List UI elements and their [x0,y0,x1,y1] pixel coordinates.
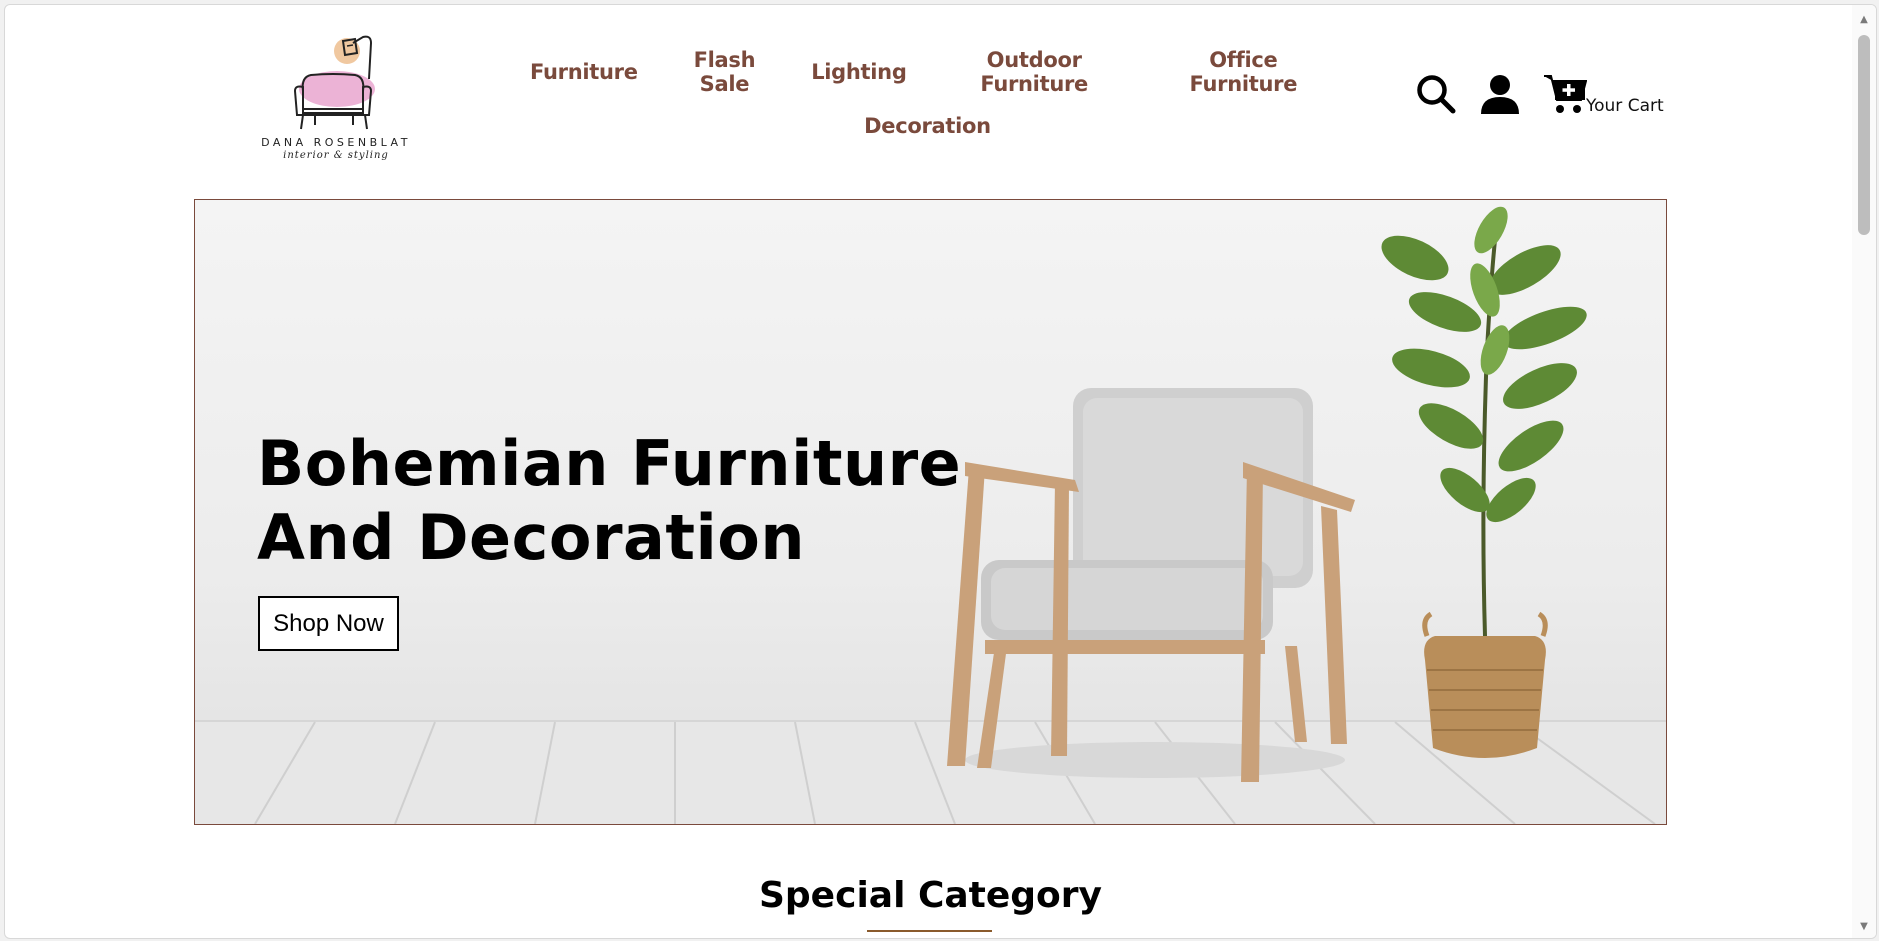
nav-link-decoration[interactable]: Decoration [864,114,991,138]
cart-plus-icon [1543,72,1588,120]
brand-tagline: interior & styling [283,150,389,161]
cart-button[interactable]: Your Cart [1543,72,1664,120]
browser-viewport: DANA ROSENBLAT interior & styling Furnit… [4,4,1877,939]
nav-link-furniture[interactable]: Furniture [530,60,638,84]
user-icon[interactable] [1479,73,1521,119]
cart-label: Your Cart [1586,96,1664,116]
nav-link-office-furniture[interactable]: Office Furniture [1162,48,1325,96]
hero-banner: Bohemian Furniture And Decoration Shop N… [194,199,1667,825]
armchair-logo-icon [293,35,375,130]
brand-name: DANA ROSENBLAT [261,136,411,149]
hero-title: Bohemian Furniture And Decoration [257,426,962,574]
search-icon[interactable] [1415,73,1457,119]
special-category-title: Special Category [758,875,1103,916]
nav-row-primary: Furniture Flash Sale Lighting Outdoor Fu… [530,45,1325,99]
nav-link-outdoor-furniture[interactable]: Outdoor Furniture [941,48,1128,96]
scrollbar-thumb[interactable] [1858,35,1870,235]
scroll-down-arrow-icon[interactable]: ▼ [1852,916,1876,938]
nav-row-secondary: Decoration [530,99,1325,153]
nav-link-flash-sale[interactable]: Flash Sale [672,48,778,96]
header-actions: Your Cart [1415,71,1664,121]
section-title-underline [867,930,992,932]
main-navigation: Furniture Flash Sale Lighting Outdoor Fu… [530,45,1325,153]
scroll-up-arrow-icon[interactable]: ▲ [1852,9,1876,31]
shop-now-button[interactable]: Shop Now [258,596,399,651]
brand-logo[interactable]: DANA ROSENBLAT interior & styling [251,29,421,169]
nav-link-lighting[interactable]: Lighting [811,60,907,84]
page-scrollbar[interactable]: ▲ ▼ [1852,5,1876,938]
